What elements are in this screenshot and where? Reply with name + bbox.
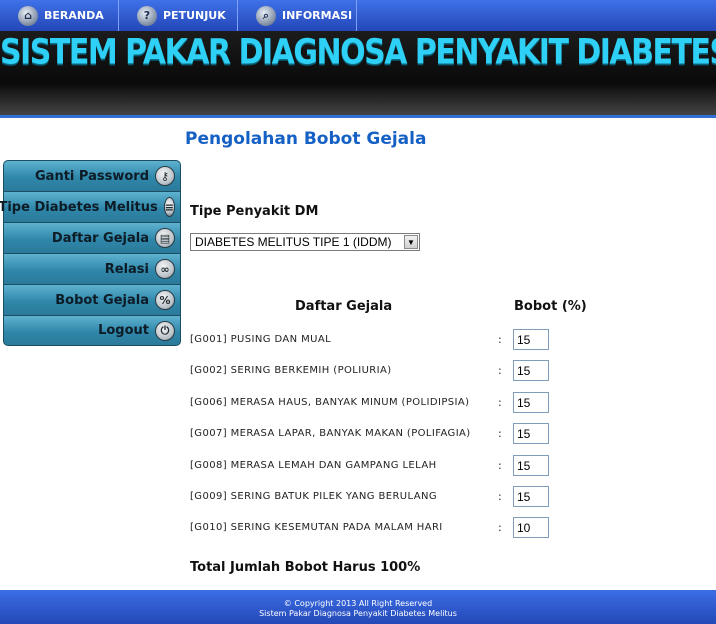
page-title: Pengolahan Bobot Gejala <box>185 129 427 149</box>
table-row: [G010] SERING KESEMUTAN PADA MALAM HARI … <box>190 517 560 539</box>
nav-beranda[interactable]: ⌂ BERANDA <box>0 0 119 31</box>
symptom-name: [G010] SERING KESEMUTAN PADA MALAM HARI <box>190 522 443 533</box>
sidebar-item-label: Logout <box>98 323 149 338</box>
nav-petunjuk-label: PETUNJUK <box>163 9 226 22</box>
question-icon: ? <box>137 5 157 26</box>
weight-input[interactable] <box>513 329 549 350</box>
sidebar-item-bobot-gejala[interactable]: Bobot Gejala % <box>3 284 181 315</box>
document-icon: ▤ <box>155 228 175 248</box>
table-row: [G006] MERASA HAUS, BANYAK MINUM (POLIDI… <box>190 392 560 414</box>
weight-input[interactable] <box>513 486 549 507</box>
symptom-name: [G002] SERING BERKEMIH (POLIURIA) <box>190 365 392 376</box>
weight-input[interactable] <box>513 392 549 413</box>
header-divider <box>0 115 716 118</box>
banner-shine <box>0 85 716 115</box>
symptom-name: [G008] MERASA LEMAH DAN GAMPANG LELAH <box>190 460 437 471</box>
link-icon: ∞ <box>155 259 175 279</box>
table-row: [G001] PUSING DAN MUAL : <box>190 329 560 351</box>
nav-petunjuk[interactable]: ? PETUNJUK <box>119 0 238 31</box>
symptom-name: [G001] PUSING DAN MUAL <box>190 334 332 345</box>
table-row: [G007] MERASA LAPAR, BANYAK MAKAN (POLIF… <box>190 423 560 445</box>
top-navigation: ⌂ BERANDA ? PETUNJUK ⌕ INFORMASI <box>0 0 716 31</box>
sidebar-item-label: Ganti Password <box>35 168 149 184</box>
footer-app-name: Sistem Pakar Diagnosa Penyakit Diabetes … <box>259 609 457 618</box>
nav-informasi-label: INFORMASI <box>282 9 353 22</box>
sidebar-item-ganti-password[interactable]: Ganti Password ⚷ <box>3 160 181 191</box>
disease-type-label: Tipe Penyakit DM <box>190 204 319 219</box>
disease-type-select[interactable]: DIABETES MELITUS TIPE 1 (IDDM) ▼ <box>190 233 420 251</box>
weight-input[interactable] <box>513 455 549 476</box>
symptom-name: [G007] MERASA LAPAR, BANYAK MAKAN (POLIF… <box>190 428 471 439</box>
sidebar-item-label: Tipe Diabetes Melitus <box>0 199 158 215</box>
separator: : <box>498 333 502 346</box>
separator: : <box>498 364 502 377</box>
banner-title: SISTEM PAKAR DIAGNOSA PENYAKIT DIABETES … <box>0 32 716 73</box>
percent-icon: % <box>155 290 175 310</box>
sidebar-menu: Ganti Password ⚷ Tipe Diabetes Melitus ≡… <box>0 160 181 346</box>
weight-input[interactable] <box>513 360 549 381</box>
sidebar-item-label: Daftar Gejala <box>51 230 149 246</box>
chevron-down-icon[interactable]: ▼ <box>404 235 418 249</box>
sidebar-item-tipe-diabetes[interactable]: Tipe Diabetes Melitus ≡ <box>0 191 181 222</box>
disease-type-selected: DIABETES MELITUS TIPE 1 (IDDM) <box>195 235 392 249</box>
symptom-name: [G006] MERASA HAUS, BANYAK MINUM (POLIDI… <box>190 397 470 408</box>
sidebar-item-label: Bobot Gejala <box>55 292 149 308</box>
nav-beranda-label: BERANDA <box>44 9 104 22</box>
total-weight-note: Total Jumlah Bobot Harus 100% <box>190 560 421 575</box>
power-icon: ⏻ <box>155 320 175 341</box>
sidebar-item-relasi[interactable]: Relasi ∞ <box>3 253 181 284</box>
search-icon: ⌕ <box>256 5 276 26</box>
table-row: [G008] MERASA LEMAH DAN GAMPANG LELAH : <box>190 455 560 477</box>
sidebar-item-daftar-gejala[interactable]: Daftar Gejala ▤ <box>3 222 181 253</box>
footer: © Copyright 2013 All Right Reserved Sist… <box>0 590 716 624</box>
separator: : <box>498 459 502 472</box>
separator: : <box>498 521 502 534</box>
key-icon: ⚷ <box>155 166 175 186</box>
table-row: [G009] SERING BATUK PILEK YANG BERULANG … <box>190 486 560 508</box>
footer-copyright: © Copyright 2013 All Right Reserved <box>283 599 433 608</box>
sidebar-item-logout[interactable]: Logout ⏻ <box>3 315 181 346</box>
separator: : <box>498 427 502 440</box>
table-row: [G002] SERING BERKEMIH (POLIURIA) : <box>190 360 560 382</box>
list-icon: ≡ <box>163 197 175 217</box>
separator: : <box>498 396 502 409</box>
header-banner: SISTEM PAKAR DIAGNOSA PENYAKIT DIABETES … <box>0 31 716 115</box>
nav-informasi[interactable]: ⌕ INFORMASI <box>238 0 357 31</box>
symptom-name: [G009] SERING BATUK PILEK YANG BERULANG <box>190 491 437 502</box>
separator: : <box>498 490 502 503</box>
weight-input[interactable] <box>513 517 549 538</box>
sidebar-item-label: Relasi <box>104 261 149 277</box>
weight-column-header: Bobot (%) <box>514 299 587 314</box>
home-icon: ⌂ <box>18 5 38 26</box>
symptoms-column-header: Daftar Gejala <box>295 299 393 314</box>
weight-input[interactable] <box>513 423 549 444</box>
